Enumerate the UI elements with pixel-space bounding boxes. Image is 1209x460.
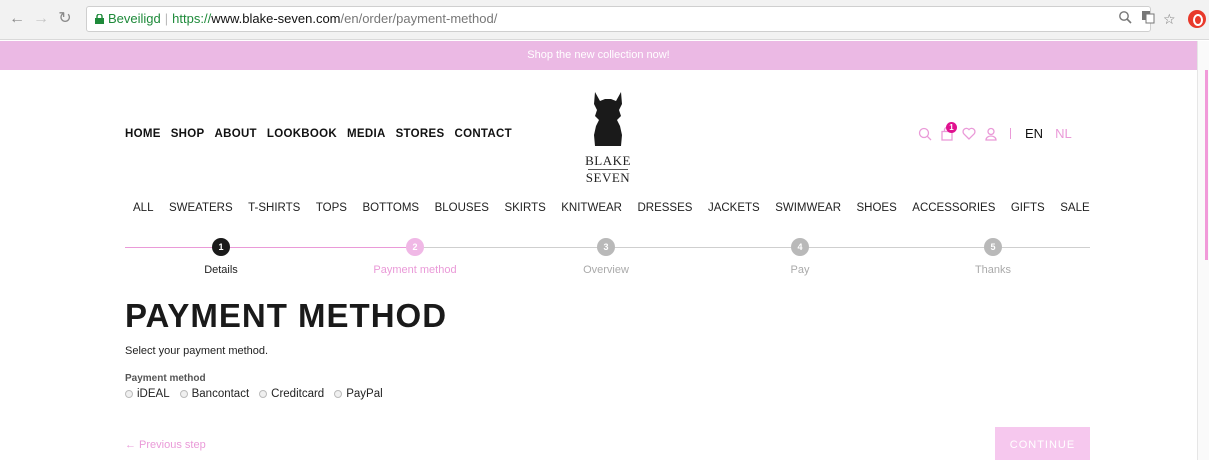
url-scheme: https:// [172, 11, 212, 26]
category-sweaters[interactable]: SWEATERS [169, 202, 233, 214]
page-title: PAYMENT METHOD [125, 297, 448, 334]
payment-option-paypal[interactable]: PayPal [334, 388, 383, 400]
nav-home[interactable]: HOME [125, 128, 161, 140]
url-path: /en/order/payment-method/ [340, 11, 498, 26]
bulldog-logo-icon [594, 92, 622, 146]
lang-en-link[interactable]: EN [1025, 126, 1043, 141]
category-gifts[interactable]: GIFTS [1011, 202, 1045, 214]
header-divider [1010, 128, 1011, 139]
step-1-dot[interactable]: 1 [212, 238, 230, 256]
step-5-dot: 5 [984, 238, 1002, 256]
address-bar[interactable]: Beveiligd | https://www.blake-seven.com/en… [86, 6, 1151, 32]
step-1-label[interactable]: Details [151, 264, 291, 276]
radio-paypal[interactable] [334, 390, 343, 398]
bookmark-star-icon[interactable]: ☆ [1163, 10, 1176, 28]
header-actions: 1 EN NL [918, 121, 1072, 141]
opera-extension-icon[interactable] [1188, 10, 1206, 28]
category-dresses[interactable]: DRESSES [637, 202, 692, 214]
category-blouses[interactable]: BLOUSES [435, 202, 489, 214]
category-shoes[interactable]: SHOES [857, 202, 897, 214]
category-tops[interactable]: TOPS [316, 202, 347, 214]
main-navigation: HOME SHOP ABOUT LOOKBOOK MEDIA STORES CO… [125, 128, 512, 140]
nav-about[interactable]: ABOUT [215, 128, 257, 140]
payment-method-options: iDEAL Bancontact Creditcard PayPal [125, 388, 383, 400]
promo-text: Shop the new collection now! [527, 49, 670, 61]
nav-lookbook[interactable]: LOOKBOOK [267, 128, 337, 140]
cart-count-badge: 1 [946, 121, 957, 133]
category-accessories[interactable]: ACCESSORIES [912, 202, 995, 214]
category-sale[interactable]: SALE [1060, 202, 1089, 214]
step-5-label: Thanks [974, 264, 1012, 276]
step-3-label: Overview [583, 264, 629, 276]
category-t-shirts[interactable]: T-SHIRTS [248, 202, 300, 214]
previous-step-link[interactable]: ← Previous step [125, 439, 206, 451]
step-4-label: Pay [790, 264, 810, 276]
cart-button[interactable]: 1 [940, 121, 957, 141]
step-4-dot: 4 [791, 238, 809, 256]
radio-creditcard[interactable] [259, 390, 268, 398]
scrollbar-thumb[interactable] [1205, 70, 1208, 260]
promo-banner[interactable]: Shop the new collection now! [0, 41, 1197, 70]
nav-shop[interactable]: SHOP [171, 128, 205, 140]
option-label-bancontact: Bancontact [191, 388, 250, 400]
heart-icon[interactable] [962, 127, 976, 140]
forward-arrow-icon[interactable]: → [32, 10, 50, 28]
logo-line-1: BLAKE [585, 153, 631, 168]
option-label-creditcard: Creditcard [271, 388, 325, 400]
radio-ideal[interactable] [125, 390, 133, 398]
payment-option-bancontact[interactable]: Bancontact [179, 388, 250, 400]
lang-nl-link[interactable]: NL [1055, 126, 1072, 141]
radio-bancontact[interactable] [179, 390, 188, 398]
logo-line-2: SEVEN [585, 170, 631, 185]
reload-icon[interactable]: ↻ [56, 10, 74, 28]
step-3-dot: 3 [597, 238, 615, 256]
category-all[interactable]: ALL [133, 202, 153, 214]
category-swimwear[interactable]: SWIMWEAR [775, 202, 841, 214]
nav-media[interactable]: MEDIA [347, 128, 386, 140]
category-navigation: ALL SWEATERS T-SHIRTS TOPS BOTTOMS BLOUS… [133, 202, 1090, 214]
continue-button[interactable]: CONTINUE [995, 427, 1090, 460]
category-knitwear[interactable]: KNITWEAR [561, 202, 622, 214]
nav-contact[interactable]: CONTACT [454, 128, 511, 140]
search-icon[interactable] [918, 127, 932, 141]
payment-option-ideal[interactable]: iDEAL [125, 388, 170, 400]
secure-label: Beveiligd [108, 11, 161, 26]
step-line-completed [125, 247, 415, 248]
payment-method-label: Payment method [125, 373, 206, 384]
browser-toolbar: ← → ↻ Beveiligd | https://www.blake-seven.… [0, 0, 1209, 40]
url-host: www.blake-seven.com [211, 11, 341, 26]
lock-icon [95, 14, 104, 24]
option-label-paypal: PayPal [346, 388, 383, 400]
user-icon[interactable] [984, 127, 998, 141]
translate-icon[interactable] [1141, 10, 1155, 28]
nav-stores[interactable]: STORES [396, 128, 445, 140]
option-label-ideal: iDEAL [137, 388, 170, 400]
zoom-icon[interactable] [1118, 10, 1132, 28]
payment-option-creditcard[interactable]: Creditcard [259, 388, 324, 400]
category-jackets[interactable]: JACKETS [708, 202, 760, 214]
back-arrow-icon[interactable]: ← [8, 10, 26, 28]
category-skirts[interactable]: SKIRTS [504, 202, 545, 214]
intro-text: Select your payment method. [125, 345, 269, 357]
step-2-label: Payment method [373, 264, 457, 276]
step-2-dot: 2 [406, 238, 424, 256]
brand-logo[interactable]: BLAKE SEVEN [578, 90, 638, 185]
category-bottoms[interactable]: BOTTOMS [362, 202, 419, 214]
